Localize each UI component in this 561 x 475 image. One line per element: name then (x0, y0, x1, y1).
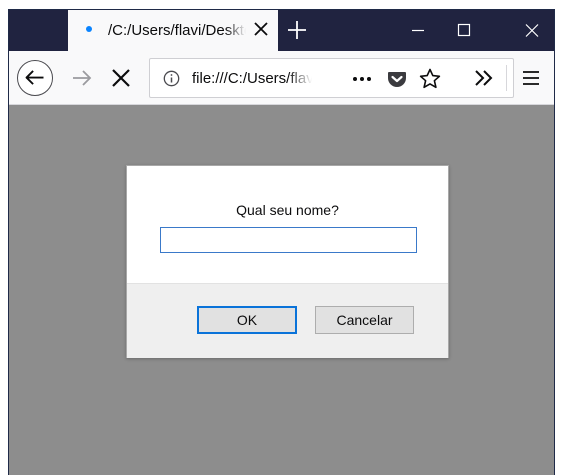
info-icon[interactable] (163, 70, 180, 87)
stop-icon[interactable] (109, 66, 133, 90)
url-bar[interactable]: file:///C:/Users/flavi/Desktop (149, 58, 514, 98)
window-close-icon[interactable] (509, 10, 555, 51)
ellipsis-icon[interactable] (350, 69, 374, 89)
title-bar: /C:/Users/flavi/Desktop (9, 10, 554, 51)
back-arrow-icon[interactable] (17, 60, 53, 96)
dialog-message: Qual seu nome? (236, 202, 339, 218)
double-chevron-icon[interactable] (472, 67, 496, 89)
url-text[interactable]: file:///C:/Users/flavi/Desktop (192, 70, 312, 87)
tab-close-icon[interactable] (251, 19, 271, 39)
cancel-button[interactable]: Cancelar (315, 306, 414, 334)
tab-title: /C:/Users/flavi/Desktop (108, 22, 246, 39)
navigation-toolbar: file:///C:/Users/flavi/Desktop (9, 51, 554, 105)
prompt-dialog: Qual seu nome? OK Cancelar (126, 165, 449, 358)
forward-arrow-icon[interactable] (71, 68, 93, 88)
dialog-button-area: OK Cancelar (127, 283, 448, 358)
active-tab[interactable]: /C:/Users/flavi/Desktop (68, 10, 278, 51)
browser-window: /C:/Users/flavi/Desktop file:///C:/Users… (8, 9, 555, 475)
maximize-icon[interactable] (441, 10, 487, 51)
pocket-icon[interactable] (386, 68, 408, 90)
toolbar-divider (506, 65, 507, 91)
minimize-icon[interactable] (395, 10, 441, 51)
star-icon[interactable] (418, 67, 442, 91)
loading-dot-icon (86, 26, 92, 32)
page-content: Qual seu nome? OK Cancelar (9, 106, 554, 475)
ok-button[interactable]: OK (197, 306, 297, 334)
name-input[interactable] (160, 227, 417, 253)
hamburger-menu-icon[interactable] (521, 68, 541, 88)
new-tab-plus-icon[interactable] (285, 18, 309, 42)
